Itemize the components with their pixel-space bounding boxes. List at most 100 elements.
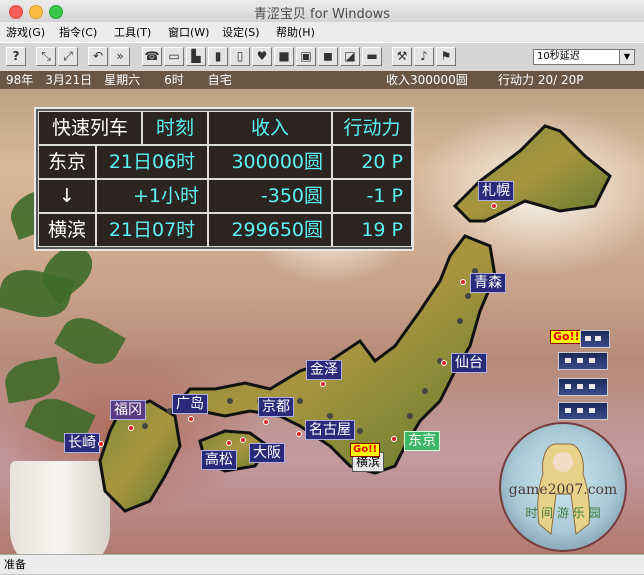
track-dot bbox=[457, 318, 463, 324]
heart-icon[interactable]: ♥ bbox=[252, 47, 272, 66]
train-window bbox=[589, 408, 595, 413]
station-tokyo[interactable]: 东京 bbox=[404, 431, 440, 451]
can-icon[interactable]: ▮ bbox=[208, 47, 228, 66]
income-text: 收入300000圆 bbox=[386, 73, 468, 87]
train-window bbox=[589, 358, 595, 363]
expand-arrow-icon[interactable]: ⤢ bbox=[58, 47, 78, 66]
title-bar: 青涩宝贝 for Windows bbox=[0, 0, 644, 23]
menu-game[interactable]: 游戏(G) bbox=[6, 24, 45, 40]
bottle-icon[interactable]: ▯ bbox=[230, 47, 250, 66]
train-window bbox=[577, 358, 583, 363]
track-dot bbox=[297, 398, 303, 404]
train-window bbox=[585, 336, 591, 341]
status-text: 准备 bbox=[4, 558, 26, 571]
go-badge[interactable]: Go!! bbox=[550, 330, 583, 344]
train-window bbox=[577, 384, 583, 389]
row-origin-income: 300000圆 bbox=[208, 145, 332, 179]
station-dot bbox=[296, 431, 302, 437]
menu-window[interactable]: 窗口(W) bbox=[168, 24, 209, 40]
row-origin-place: 东京 bbox=[38, 145, 96, 179]
station-dot bbox=[263, 419, 269, 425]
train-window bbox=[565, 384, 571, 389]
row-dest-income: 299650圆 bbox=[208, 213, 332, 247]
station-takamatsu[interactable]: 高松 bbox=[201, 450, 237, 470]
station-hiroshima[interactable]: 广岛 bbox=[172, 394, 208, 414]
phone-icon[interactable]: ☎ bbox=[142, 47, 162, 66]
undo-icon[interactable]: ↶ bbox=[88, 47, 108, 66]
music-note-icon[interactable]: ♪ bbox=[414, 47, 434, 66]
station-dot bbox=[226, 440, 232, 446]
menu-bar: 游戏(G) 指令(C) 工具(T) 窗口(W) 设定(S) 帮助(H) bbox=[0, 22, 644, 42]
train-window bbox=[577, 408, 583, 413]
track-dot bbox=[465, 293, 471, 299]
row-origin-action: 20 P bbox=[332, 145, 412, 179]
station-sendai[interactable]: 仙台 bbox=[451, 353, 487, 373]
station-kyoto[interactable]: 京都 bbox=[258, 397, 294, 417]
row-delta-income: -350圆 bbox=[208, 179, 332, 213]
station-dot bbox=[460, 279, 466, 285]
status-info-bar: 98年 3月21日 星期六 6时 自宅 收入300000圆 行动力 20/ 20… bbox=[0, 71, 644, 89]
help-button[interactable]: ? bbox=[6, 47, 26, 66]
speed-select[interactable]: 10秒延迟 ▼ bbox=[533, 49, 635, 65]
station-nagasaki[interactable]: 长崎 bbox=[64, 433, 100, 453]
row-dest-time: 21日07时 bbox=[96, 213, 208, 247]
station-dot bbox=[320, 381, 326, 387]
row-dest-action: 19 P bbox=[332, 213, 412, 247]
stop-icon[interactable]: ◼ bbox=[318, 47, 338, 66]
row-origin-time: 21日06时 bbox=[96, 145, 208, 179]
panel-icon[interactable]: ▬ bbox=[362, 47, 382, 66]
fast-forward-icon[interactable]: » bbox=[110, 47, 130, 66]
train-icon[interactable]: ▭ bbox=[164, 47, 184, 66]
station-osaka[interactable]: 大阪 bbox=[249, 443, 285, 463]
track-dot bbox=[422, 388, 428, 394]
header-express: 快速列车 bbox=[38, 111, 142, 145]
wrench-icon[interactable]: ⚒ bbox=[392, 47, 412, 66]
train-window bbox=[565, 408, 571, 413]
train-card-active[interactable] bbox=[580, 330, 610, 348]
menu-command[interactable]: 指令(C) bbox=[59, 24, 97, 40]
menu-settings[interactable]: 设定(S) bbox=[222, 24, 260, 40]
watermark-tagline: 时 间 游 乐 园 bbox=[525, 506, 601, 520]
flag-icon[interactable]: ⚑ bbox=[436, 47, 456, 66]
header-time: 时刻 bbox=[142, 111, 208, 145]
row-dest-place: 横滨 bbox=[38, 213, 96, 247]
train-window bbox=[595, 336, 601, 341]
station-sapporo[interactable]: 札幌 bbox=[478, 181, 514, 201]
row-delta-time: +1小时 bbox=[96, 179, 208, 213]
station-nagoya[interactable]: 名古屋 bbox=[305, 420, 355, 440]
date-location-text: 98年 3月21日 星期六 6时 自宅 bbox=[6, 73, 232, 87]
box-icon[interactable]: ■ bbox=[274, 47, 294, 66]
watermark-emblem: game2007.com 时 间 游 乐 园 bbox=[499, 422, 627, 552]
go-badge[interactable]: Go!! bbox=[350, 443, 381, 457]
layout-icon[interactable]: ◪ bbox=[340, 47, 360, 66]
station-dot bbox=[391, 436, 397, 442]
watermark-site: game2007.com bbox=[508, 482, 618, 498]
shrink-arrow-icon[interactable]: ⤡ bbox=[36, 47, 56, 66]
hokkaido-island bbox=[452, 124, 612, 223]
track-dot bbox=[407, 413, 413, 419]
station-aomori[interactable]: 青森 bbox=[470, 273, 506, 293]
train-card[interactable] bbox=[558, 378, 608, 396]
station-fukuoka[interactable]: 福冈 bbox=[110, 400, 146, 420]
track-dot bbox=[357, 428, 363, 434]
chevron-down-icon[interactable]: ▼ bbox=[619, 50, 634, 64]
train-window bbox=[565, 358, 571, 363]
header-action: 行动力 bbox=[332, 111, 412, 145]
station-dot bbox=[491, 203, 497, 209]
track-dot bbox=[227, 398, 233, 404]
save-icon[interactable]: ▣ bbox=[296, 47, 316, 66]
menu-help[interactable]: 帮助(H) bbox=[276, 24, 315, 40]
action-points-text: 行动力 20/ 20P bbox=[498, 73, 584, 87]
row-delta-action: -1 P bbox=[332, 179, 412, 213]
station-dot bbox=[128, 425, 134, 431]
station-dot bbox=[441, 360, 447, 366]
station-kanazawa[interactable]: 金泽 bbox=[306, 360, 342, 380]
window-title: 青涩宝贝 for Windows bbox=[253, 7, 391, 22]
status-bar: 准备 bbox=[0, 554, 644, 574]
building-icon[interactable]: ▙ bbox=[186, 47, 206, 66]
menu-tools[interactable]: 工具(T) bbox=[114, 24, 151, 40]
train-card[interactable] bbox=[558, 352, 608, 370]
express-train-panel: 快速列车 时刻 收入 行动力 东京 21日06时 300000圆 20 P ↓ … bbox=[34, 107, 414, 251]
train-card[interactable] bbox=[558, 402, 608, 420]
train-window bbox=[589, 384, 595, 389]
